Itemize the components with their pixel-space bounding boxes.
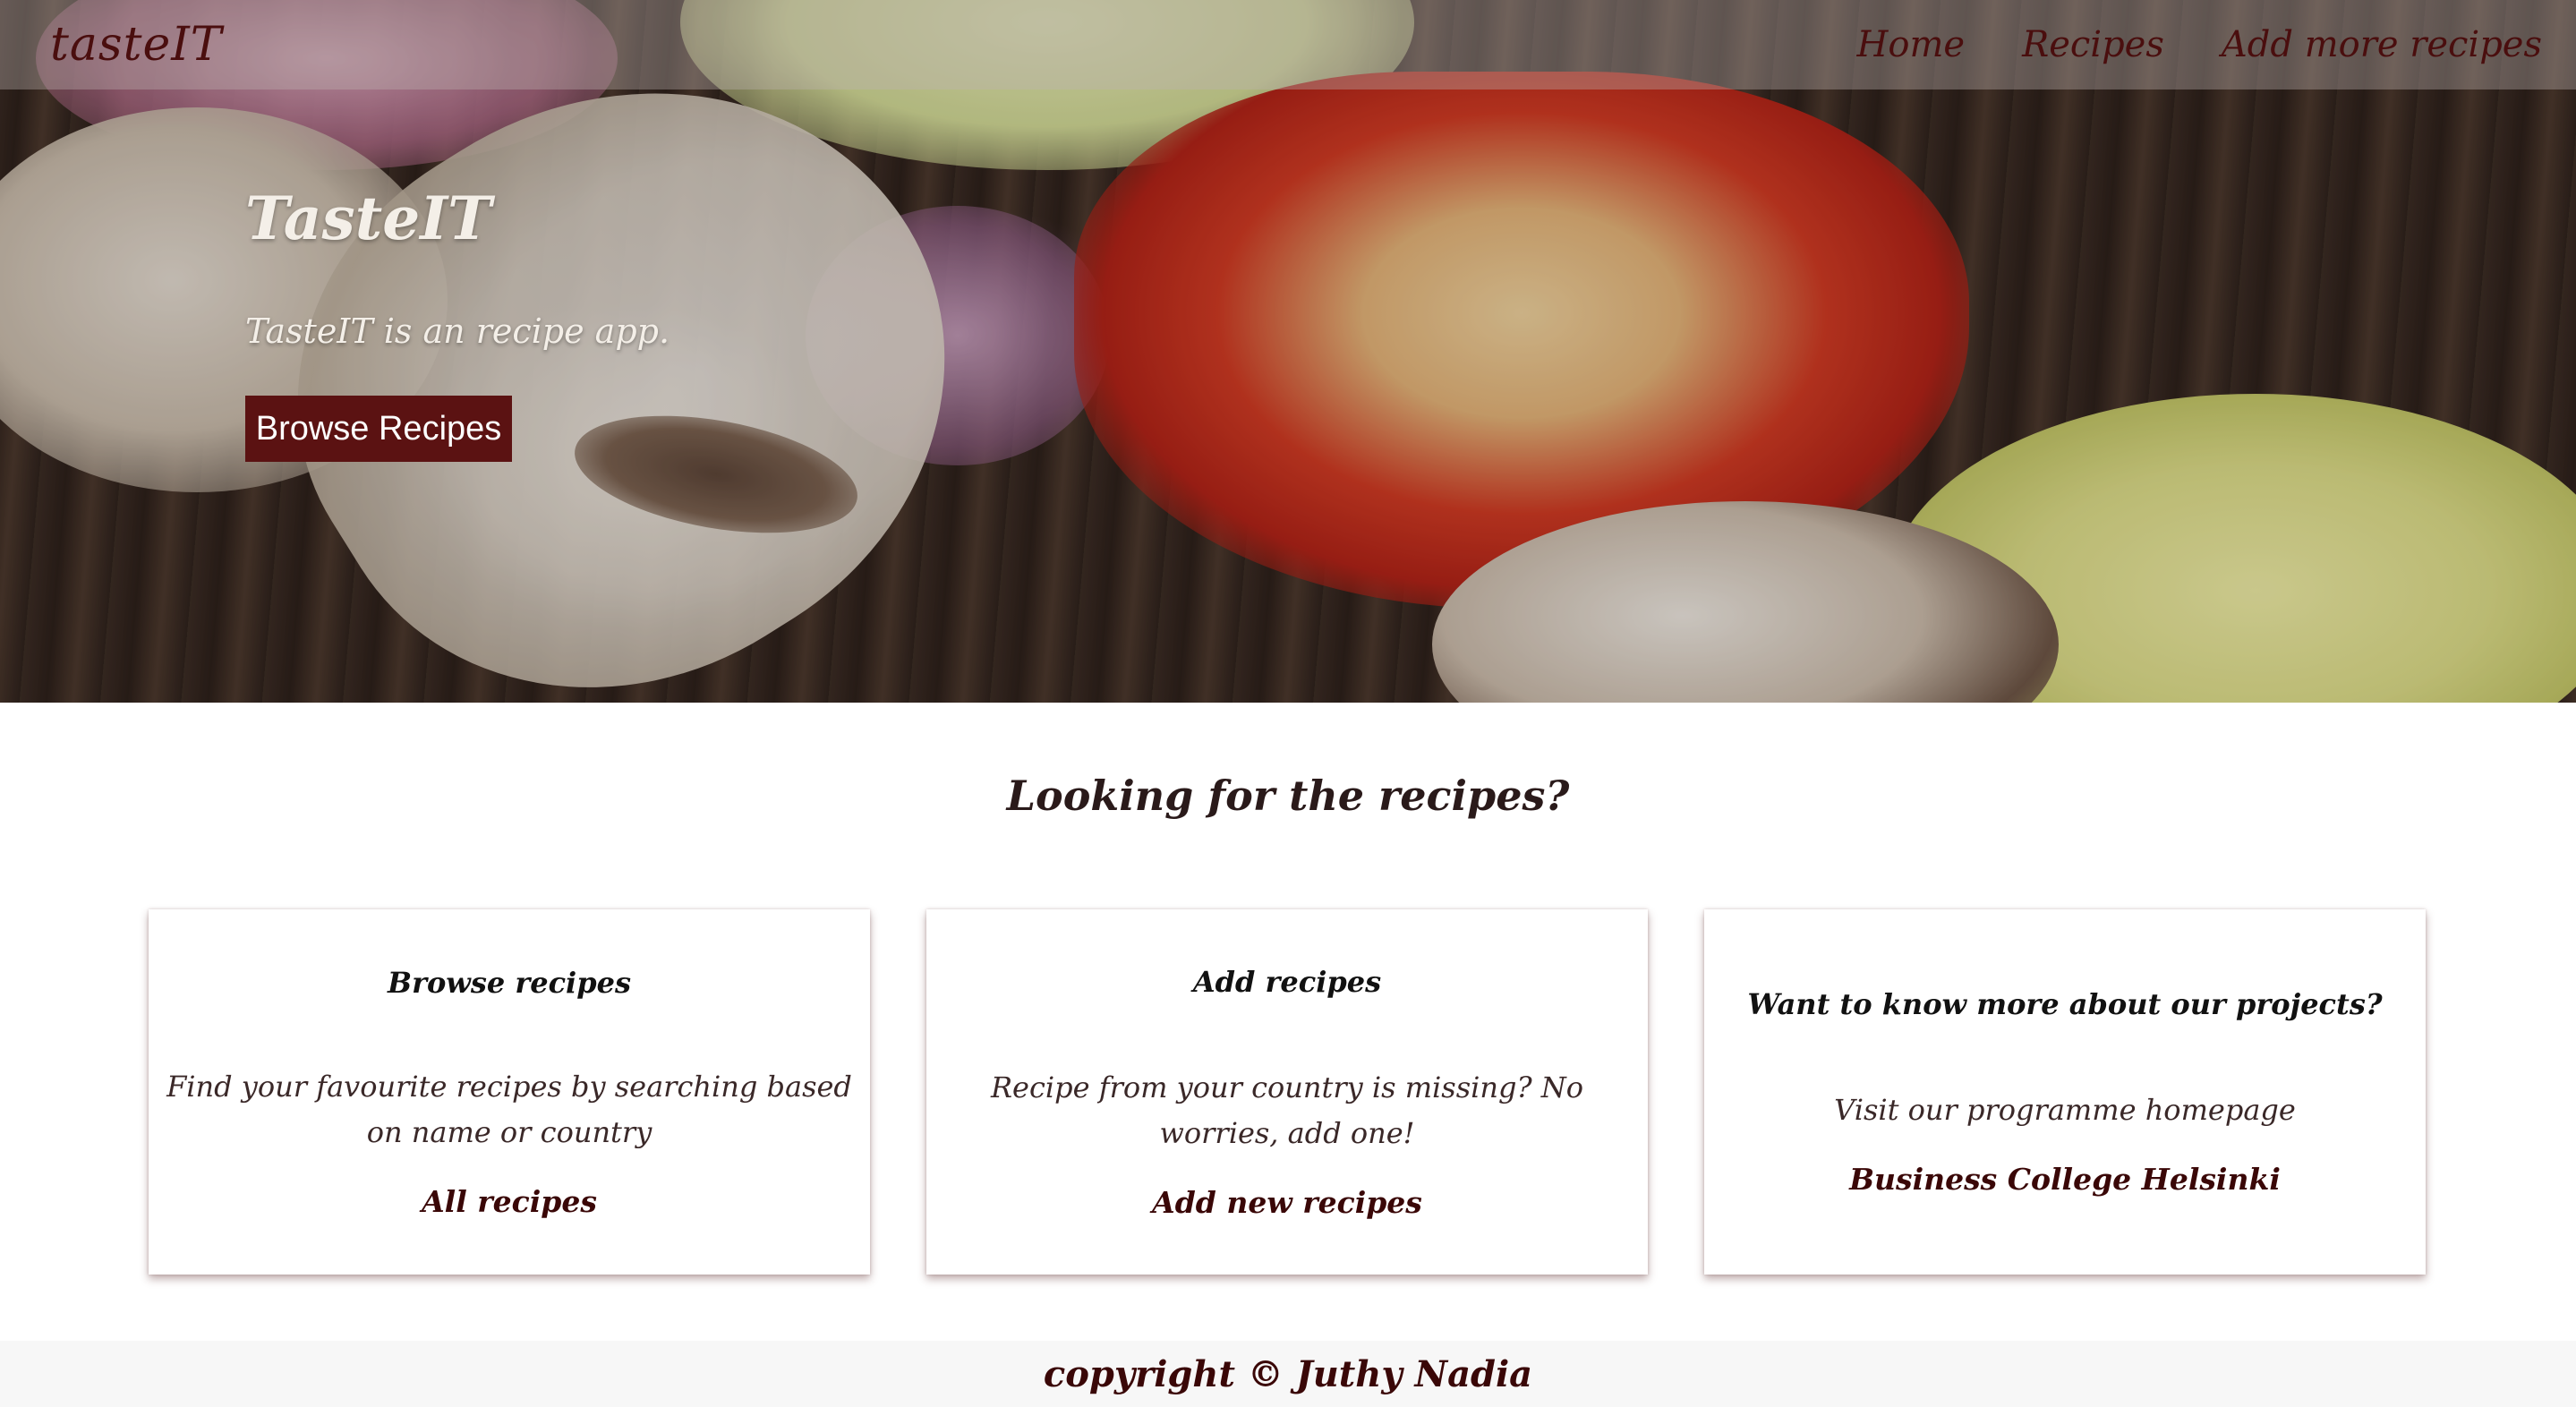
nav-link-add-more-recipes[interactable]: Add more recipes [2222,24,2542,65]
browse-recipes-button[interactable]: Browse Recipes [245,396,512,462]
all-recipes-link[interactable]: All recipes [422,1184,597,1219]
hero-title: TasteIT [245,183,492,253]
card-text: Visit our programme homepage [1834,1093,2296,1127]
card-browse-recipes: Browse recipes Find your favourite recip… [149,909,870,1275]
nav-links: Home Recipes Add more recipes [1857,24,2543,65]
nav-link-recipes[interactable]: Recipes [2022,24,2164,65]
card-text: Find your favourite recipes by searching… [166,1069,852,1149]
hero-overlay [0,0,2576,703]
card-title: Browse recipes [388,965,631,1000]
card-title: Add recipes [1192,964,1382,999]
section-heading: Looking for the recipes? [1006,772,1570,820]
card-projects: Want to know more about our projects? Vi… [1704,909,2426,1275]
card-add-recipes: Add recipes Recipe from your country is … [926,909,1648,1275]
hero-section: TasteIT TasteIT is an recipe app. Browse… [0,0,2576,703]
card-text: Recipe from your country is missing? No … [990,1070,1584,1150]
business-college-helsinki-link[interactable]: Business College Helsinki [1849,1162,2281,1197]
nav-link-home[interactable]: Home [1857,24,1966,65]
add-new-recipes-link[interactable]: Add new recipes [1152,1185,1422,1220]
navbar: tasteIT Home Recipes Add more recipes [0,0,2576,90]
hero-subtitle: TasteIT is an recipe app. [245,311,670,351]
card-title: Want to know more about our projects? [1747,987,2383,1021]
copyright-text: copyright © Juthy Nadia [1043,1352,1533,1395]
footer: copyright © Juthy Nadia [0,1341,2576,1407]
brand-logo[interactable]: tasteIT [50,18,222,72]
